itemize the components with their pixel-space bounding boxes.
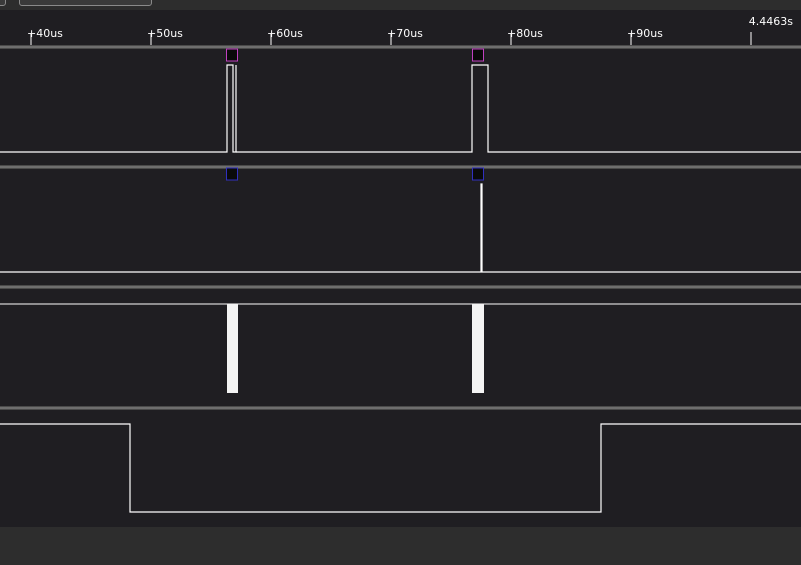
waveform-viewport[interactable]: +40us +50us +60us +70us +80us +90us 4.44…: [0, 10, 801, 527]
channel-3-pulse: [472, 304, 484, 393]
channel-1-trace-b: [236, 64, 801, 153]
channel-2-marker: [472, 167, 484, 181]
channel-1-marker: [226, 48, 238, 62]
channel-2-marker: [226, 167, 238, 181]
channel-1-trace-a: [0, 64, 237, 153]
bottom-panel: [0, 527, 801, 565]
toolbar-button-left[interactable]: [0, 0, 6, 6]
toolbar-button[interactable]: [19, 0, 152, 6]
channel-1-marker: [472, 48, 484, 62]
channel-3-pulse: [227, 304, 238, 393]
channel-2-trace: [0, 183, 801, 273]
trace-area[interactable]: [0, 10, 801, 527]
channel-4-trace: [0, 423, 801, 513]
toolbar: [0, 0, 801, 10]
